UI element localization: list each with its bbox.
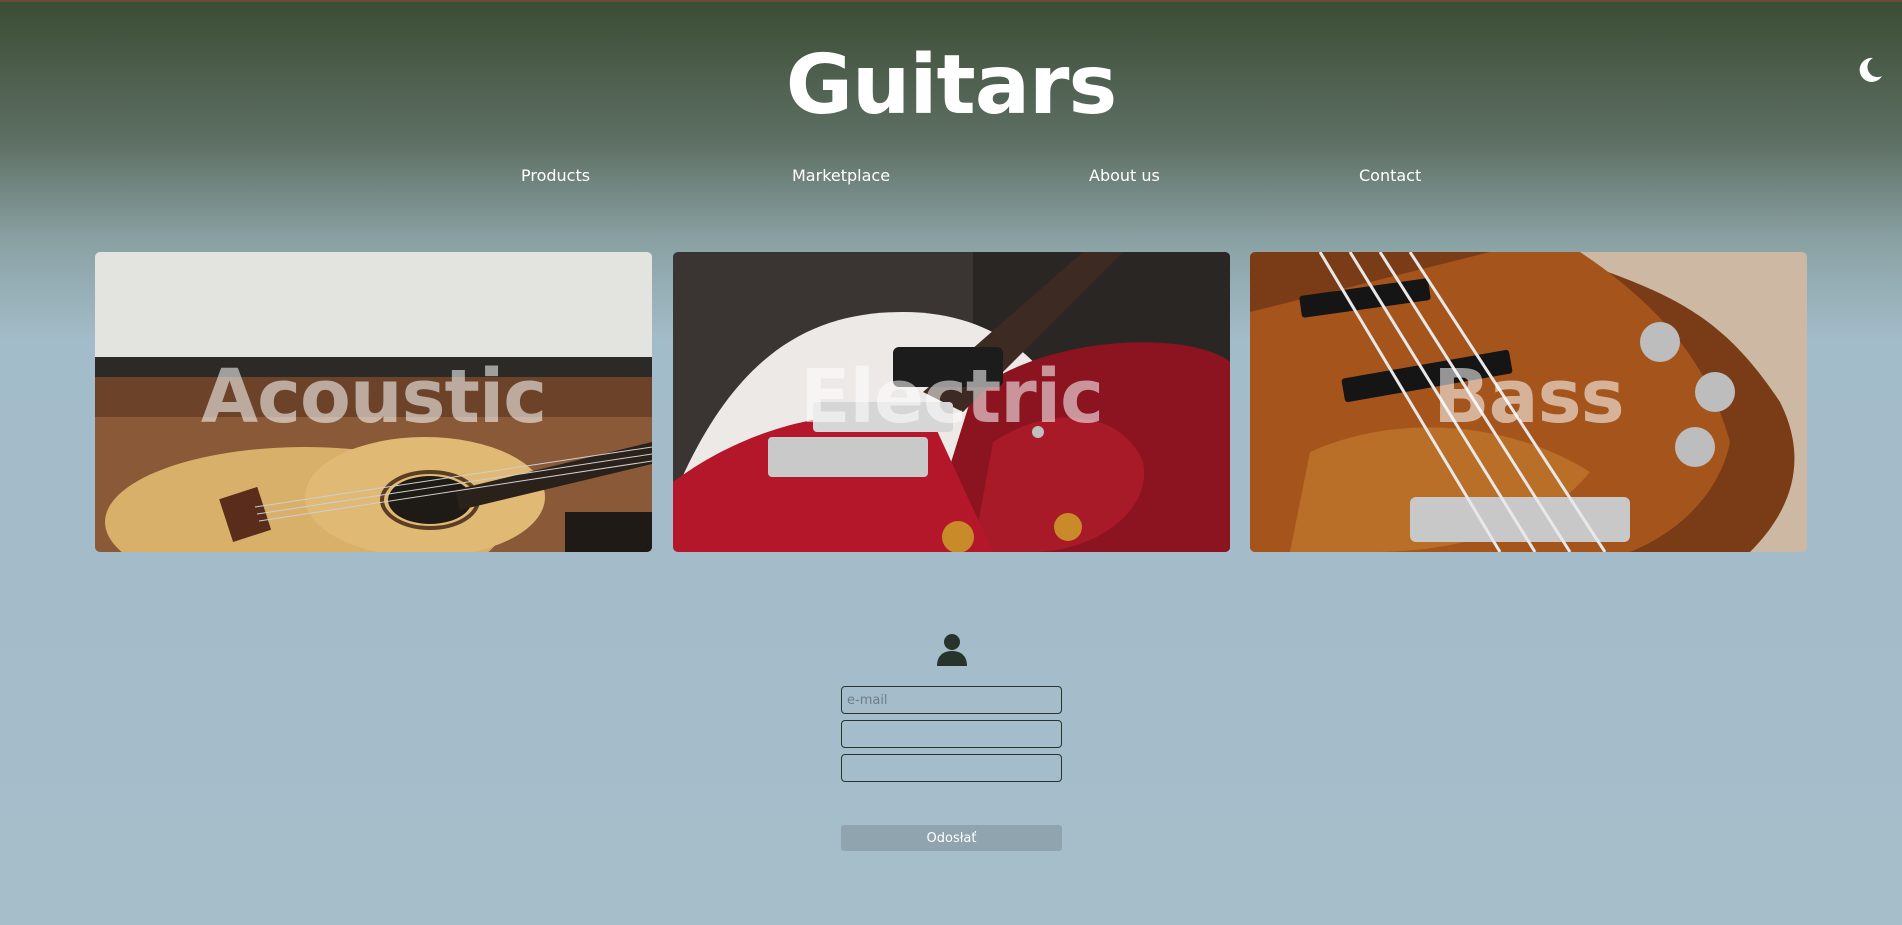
- category-card-acoustic[interactable]: Acoustic: [95, 252, 652, 552]
- category-label: Electric: [799, 354, 1104, 440]
- category-label: Bass: [1433, 354, 1624, 440]
- user-icon: [935, 632, 969, 666]
- email-field[interactable]: [841, 686, 1062, 714]
- category-card-bass[interactable]: Bass: [1250, 252, 1807, 552]
- submit-button[interactable]: Odosłať: [841, 825, 1062, 851]
- category-card-electric[interactable]: Electric: [673, 252, 1230, 552]
- moon-icon[interactable]: [1856, 56, 1884, 84]
- nav-item-about-us[interactable]: About us: [1089, 166, 1160, 185]
- main-nav: Products Marketplace About us Contact: [0, 166, 1902, 190]
- top-border: [0, 0, 1902, 2]
- password-confirm-field[interactable]: [841, 754, 1062, 782]
- site-title: Guitars: [785, 38, 1118, 133]
- nav-item-products[interactable]: Products: [521, 166, 590, 185]
- category-label: Acoustic: [200, 354, 547, 440]
- nav-item-marketplace[interactable]: Marketplace: [792, 166, 890, 185]
- password-field[interactable]: [841, 720, 1062, 748]
- nav-item-contact[interactable]: Contact: [1359, 166, 1421, 185]
